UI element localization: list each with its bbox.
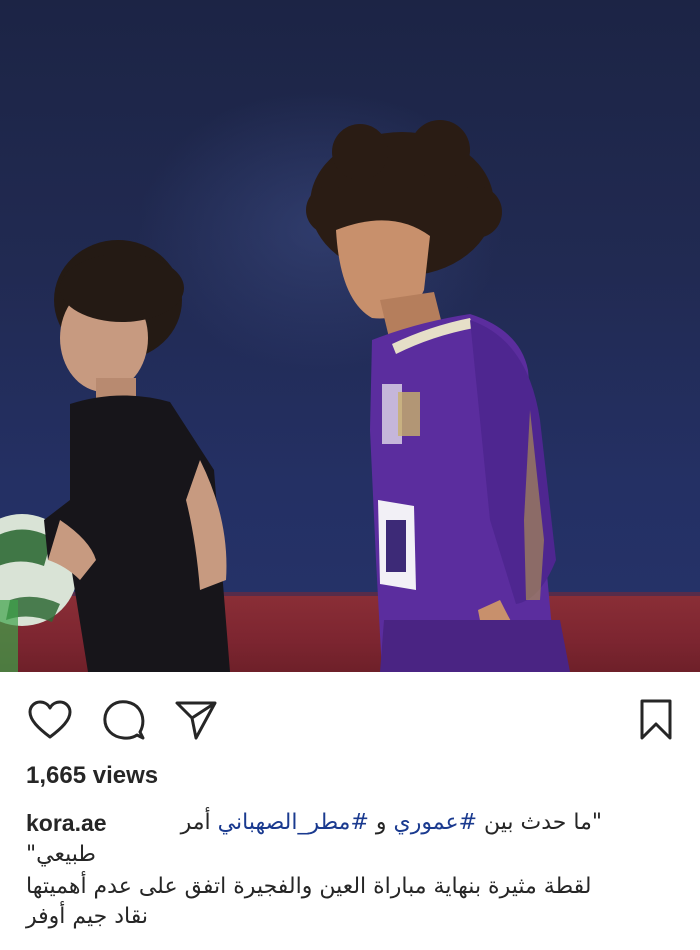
bookmark-icon [640, 699, 672, 740]
heart-icon [28, 700, 72, 739]
caption-quote-text: "ما حدث بين #عموري و #مطر_الصهباني أمر [181, 808, 602, 838]
caption-signature: نقاد جيم أوفر [26, 904, 149, 929]
instagram-post: 1,665 views kora.ae "ما حدث بين #عموري و… [0, 0, 700, 950]
post-caption: kora.ae "ما حدث بين #عموري و #مطر_الصهبا… [26, 808, 676, 932]
post-image[interactable] [0, 0, 700, 672]
caption-line-1: kora.ae "ما حدث بين #عموري و #مطر_الصهبا… [26, 808, 676, 840]
share-button[interactable] [172, 696, 220, 744]
player-figure [306, 120, 570, 672]
caption-quote-open: "ما حدث بين [484, 810, 602, 835]
caption-word: أمر [180, 810, 211, 835]
caption-quote-close: طبيعي" [26, 842, 96, 867]
photo-scene [0, 120, 570, 672]
like-button[interactable] [26, 696, 74, 744]
ball-boy-figure [44, 240, 230, 672]
caption-line-2: طبيعي" [26, 840, 676, 872]
caption-conjunction: و [375, 810, 387, 835]
comment-button[interactable] [100, 696, 148, 744]
caption-line-3: لقطة مثيرة بنهاية مباراة العين والفجيرة … [26, 872, 676, 902]
send-icon [175, 701, 217, 740]
caption-username[interactable]: kora.ae [26, 808, 107, 838]
hashtag-matar[interactable]: #مطر_الصهباني [218, 810, 369, 835]
save-button[interactable] [632, 696, 680, 744]
caption-line-4: نقاد جيم أوفر [26, 902, 676, 932]
caption-description: لقطة مثيرة بنهاية مباراة العين والفجيرة … [26, 874, 592, 899]
view-count[interactable]: 1,665 views [26, 762, 158, 790]
post-action-bar [0, 688, 700, 750]
hashtag-amouri[interactable]: #عموري [394, 810, 478, 835]
comment-icon [103, 700, 145, 740]
